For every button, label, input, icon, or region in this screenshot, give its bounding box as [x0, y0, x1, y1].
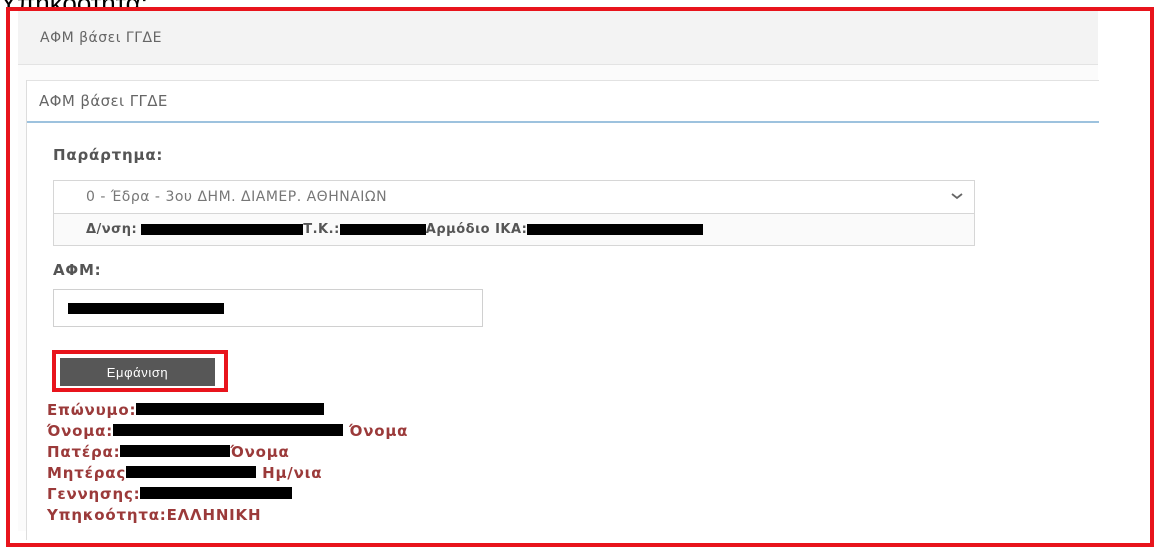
father-label-part1: Όνομα: [349, 422, 409, 440]
branch-select[interactable]: 0 - Έδρα - 3ου ΔΗΜ. ΔΙΑΜΕΡ. ΑΘΗΝΑΙΩΝ: [53, 180, 975, 214]
citizenship-line: Υπηκοότητα:ΕΛΛΗΝΙΚΗ: [47, 506, 262, 524]
surname-line: Επώνυμο:: [47, 401, 325, 419]
show-button-highlight: Εμφάνιση: [52, 350, 228, 392]
name-line: Όνομα: Όνομα: [47, 422, 408, 440]
surname-label: Επώνυμο:: [47, 401, 137, 419]
branch-address-info: Δ/νση: Τ.Κ.: Αρμόδιο ΙΚΑ:: [53, 214, 975, 246]
show-button[interactable]: Εμφάνιση: [60, 358, 218, 386]
app-window: ΑΦΜ βάσει ΓΓΔΕ ΑΦΜ βάσει ΓΓΔΕ Παράρτημα:…: [18, 11, 1099, 540]
mother-label-part1: Όνομα: [230, 443, 290, 461]
birth-label-part1: Ημ/νια: [262, 464, 323, 482]
mother-line: Μητέρας Ημ/νια: [47, 464, 322, 482]
afm-input[interactable]: [53, 289, 483, 327]
branch-label: Παράρτημα:: [53, 146, 164, 164]
name-label: Όνομα:: [47, 422, 114, 440]
afm-panel: ΑΦΜ βάσει ΓΓΔΕ Παράρτημα: 0 - Έδρα - 3ου…: [26, 80, 1099, 540]
redacted-afm-value: [68, 303, 224, 314]
ika-label: Αρμόδιο ΙΚΑ:: [425, 222, 528, 237]
redacted-address: [141, 224, 304, 235]
redacted-mother-name: [126, 466, 257, 478]
father-label-part2: Πατέρα:: [47, 443, 121, 461]
branch-select-value: 0 - Έδρα - 3ου ΔΗΜ. ΔΙΑΜΕΡ. ΑΘΗΝΑΙΩΝ: [86, 189, 388, 205]
address-label: Δ/νση:: [86, 222, 138, 237]
page-title: ΑΦΜ βάσει ΓΓΔΕ: [18, 11, 1098, 65]
afm-label: ΑΦΜ:: [53, 261, 102, 279]
panel-heading: ΑΦΜ βάσει ΓΓΔΕ: [27, 80, 1099, 123]
father-line: Πατέρα: Όνομα: [47, 443, 290, 461]
birth-label-part2: Γεννησης:: [47, 485, 141, 503]
birth-line: Γεννησης:: [47, 485, 293, 503]
redacted-name: [113, 424, 344, 436]
redacted-birth-date: [140, 487, 293, 499]
redacted-postal-code: [339, 224, 426, 235]
postal-code-label: Τ.Κ.:: [303, 222, 340, 237]
chevron-down-icon: [951, 193, 963, 200]
redacted-ika: [527, 224, 704, 235]
redacted-surname: [136, 403, 325, 415]
mother-label-part2: Μητέρας: [47, 464, 127, 482]
redacted-father-name: [120, 445, 231, 457]
